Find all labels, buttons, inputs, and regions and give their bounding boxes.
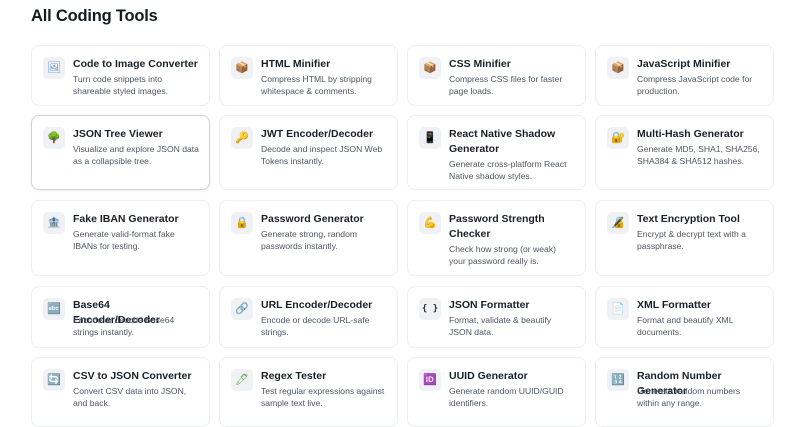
- tool-card[interactable]: 🔑 JWT Encoder/Decoder Decode and inspect J…: [219, 115, 398, 190]
- lock-icon: 🔐: [607, 127, 629, 149]
- tool-card[interactable]: 💪 Password Strength Checker Check how stro…: [407, 200, 586, 276]
- id-icon: 🆔: [419, 369, 441, 391]
- tool-title: Text Encryption Tool: [637, 213, 740, 225]
- tool-description: Compress HTML by stripping whitespace & …: [261, 74, 372, 96]
- tool-card[interactable]: 🔗 URL Encoder/Decoder Encode or decode URL…: [219, 286, 398, 348]
- tool-title: Fake IBAN Generator: [73, 213, 179, 225]
- tools-grid: 🖼 Code to Image Converter Turn code snippe…: [0, 0, 800, 427]
- tool-card[interactable]: 📱 React Native Shadow Generator Generate c…: [407, 115, 586, 190]
- lock-icon: 🔒: [231, 212, 253, 234]
- tree-icon: 🌳: [43, 127, 65, 149]
- muscle-icon: 💪: [419, 212, 441, 234]
- image-icon: 🖼: [43, 57, 65, 79]
- tool-description: Encrypt & decrypt text with a passphrase…: [637, 229, 746, 251]
- tool-title: HTML Minifier: [261, 58, 331, 70]
- tool-description: Generate strong, random passwords instan…: [261, 229, 358, 251]
- tool-title: URL Encoder/Decoder: [261, 299, 373, 311]
- tool-title: Code to Image Converter: [73, 58, 198, 70]
- tool-card[interactable]: 🏦 Fake IBAN Generator Generate valid-forma…: [31, 200, 210, 276]
- tool-title: XML Formatter: [637, 299, 711, 311]
- bank-icon: 🏦: [43, 212, 65, 234]
- tool-description: Convert CSV data into JSON, and back.: [73, 386, 187, 408]
- tool-description: Test regular expressions against sample …: [261, 386, 385, 408]
- key-icon: 🔑: [231, 127, 253, 149]
- abc-icon: 🔤: [43, 298, 65, 320]
- tool-card[interactable]: 🔤 Base64 Encoder/Decoder Encode or decode …: [31, 286, 210, 348]
- tool-description: Encode or decode URL-safe strings.: [261, 315, 370, 337]
- tool-description: Generate valid-format fake IBANs for tes…: [73, 229, 175, 251]
- tool-description: Visualize and explore JSON data as a col…: [73, 144, 199, 166]
- tool-description: Compress CSS files for faster page loads…: [449, 74, 563, 96]
- tool-title: Regex Tester: [261, 370, 327, 382]
- tool-card[interactable]: 🆔 UUID Generator Generate random UUID/GUID…: [407, 357, 586, 427]
- package-icon: 📦: [231, 57, 253, 79]
- tool-card[interactable]: 🔐 Multi-Hash Generator Generate MD5, SHA1,…: [595, 115, 774, 190]
- tool-title: Password Generator: [261, 213, 364, 225]
- link-icon: 🔗: [231, 298, 253, 320]
- tool-card[interactable]: 📦 JavaScript Minifier Compress JavaScript …: [595, 45, 774, 106]
- tool-description: Generate random UUID/GUID identifiers.: [449, 386, 564, 408]
- tool-title: JWT Encoder/Decoder: [261, 128, 374, 140]
- tool-card[interactable]: 🌳 JSON Tree Viewer Visualize and explore J…: [31, 115, 210, 190]
- tool-title: UUID Generator: [449, 370, 528, 382]
- tool-title: JavaScript Minifier: [637, 58, 731, 70]
- tool-description: Decode and inspect JSON Web Tokens insta…: [261, 144, 383, 166]
- tool-card[interactable]: 🔢 Random Number Generator Generate random …: [595, 357, 774, 427]
- tool-card[interactable]: 🔒 Password Generator Generate strong, rand…: [219, 200, 398, 276]
- tool-card[interactable]: { } JSON Formatter Format, validate & beau…: [407, 286, 586, 348]
- tool-card[interactable]: 📦 CSS Minifier Compress CSS files for fast…: [407, 45, 586, 106]
- tool-title: CSS Minifier: [449, 58, 511, 70]
- phone-icon: 📱: [419, 127, 441, 149]
- tool-card[interactable]: 🖊 Regex Tester Test regular expressions ag…: [219, 357, 398, 427]
- tool-card[interactable]: 📦 HTML Minifier Compress HTML by stripping…: [219, 45, 398, 106]
- tool-description: Generate MD5, SHA1, SHA256, SHA384 & SHA…: [637, 144, 760, 166]
- tool-card[interactable]: 🔏 Text Encryption Tool Encrypt & decrypt t…: [595, 200, 774, 276]
- spreadsheet-icon: 🔄: [43, 369, 65, 391]
- tool-title: JSON Formatter: [449, 299, 530, 311]
- braces-icon: { }: [419, 298, 441, 320]
- document-icon: 📄: [607, 298, 629, 320]
- tool-description: Format and beautify XML documents.: [637, 315, 734, 337]
- tool-description: Generate random numbers within any range…: [637, 386, 741, 408]
- tool-description: Turn code snippets into shareable styled…: [73, 74, 169, 96]
- tool-description: Compress JavaScript code for production.: [637, 74, 753, 96]
- tool-description: Check how strong (or weak) your password…: [449, 244, 556, 266]
- pencil-icon: 🖊: [231, 369, 253, 391]
- tool-card[interactable]: 📄 XML Formatter Format and beautify XML do…: [595, 286, 774, 348]
- tool-title: JSON Tree Viewer: [73, 128, 163, 140]
- tool-title: Password Strength Checker: [449, 213, 545, 240]
- tool-description: Generate cross-platform React Native sha…: [449, 159, 567, 181]
- tool-title: CSV to JSON Converter: [73, 370, 192, 382]
- tool-card[interactable]: 🖼 Code to Image Converter Turn code snippe…: [31, 45, 210, 106]
- tool-card[interactable]: 🔄 CSV to JSON Converter Convert CSV data i…: [31, 357, 210, 427]
- tool-description: Encode or decode Base64 strings instantl…: [73, 315, 175, 337]
- package-icon: 📦: [419, 57, 441, 79]
- lock-icon: 🔏: [607, 212, 629, 234]
- tool-title: React Native Shadow Generator: [449, 128, 556, 155]
- package-icon: 📦: [607, 57, 629, 79]
- tool-description: Format, validate & beautify JSON data.: [449, 315, 552, 337]
- tool-title: Multi-Hash Generator: [637, 128, 744, 140]
- numbers-icon: 🔢: [607, 369, 629, 391]
